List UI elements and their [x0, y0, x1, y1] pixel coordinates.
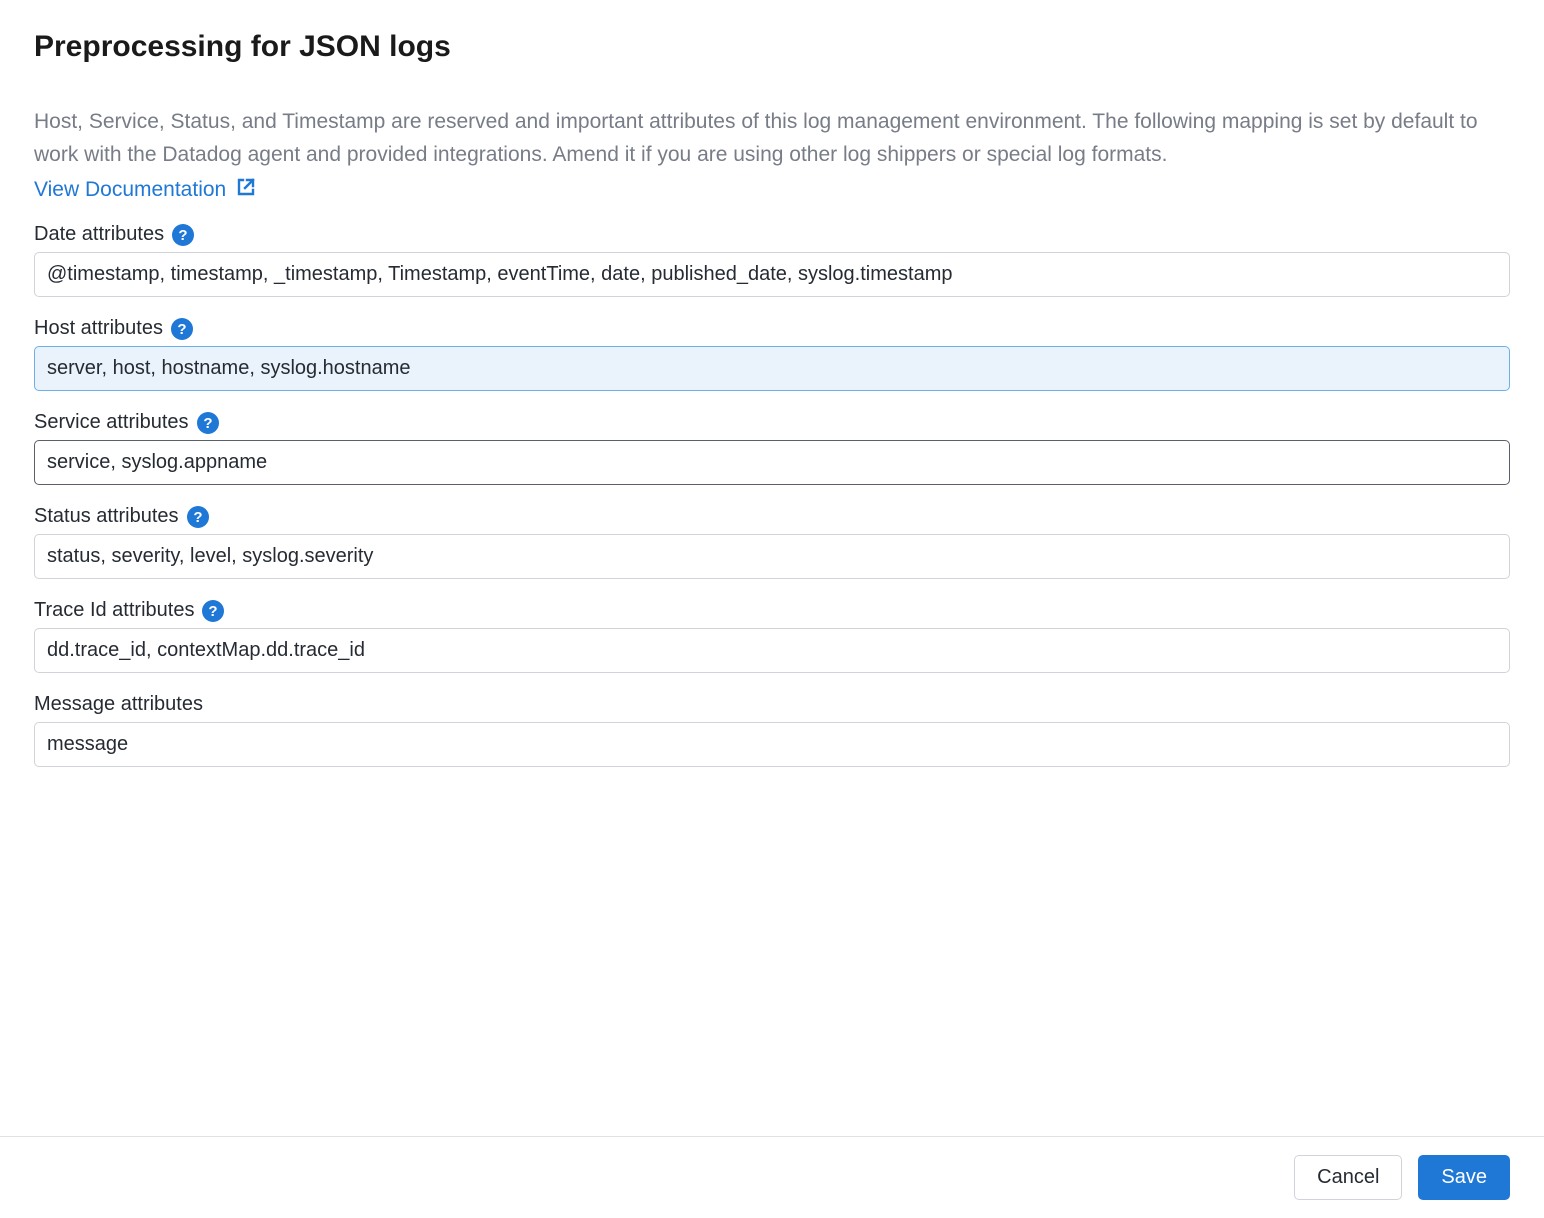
message-attributes-input[interactable] [34, 722, 1510, 767]
svg-text:?: ? [193, 509, 202, 526]
view-documentation-link[interactable]: View Documentation [34, 175, 258, 205]
svg-text:?: ? [203, 415, 212, 432]
footer: Cancel Save [0, 1136, 1544, 1218]
external-link-icon [226, 175, 258, 205]
trace-id-attributes-field: Trace Id attributes ? [34, 599, 1510, 673]
service-attributes-label: Service attributes [34, 411, 189, 434]
cancel-button[interactable]: Cancel [1294, 1155, 1402, 1200]
status-attributes-label: Status attributes [34, 505, 179, 528]
page-title: Preprocessing for JSON logs [34, 30, 1510, 64]
host-attributes-field: Host attributes ? [34, 317, 1510, 391]
help-icon[interactable]: ? [187, 506, 209, 528]
message-attributes-label: Message attributes [34, 693, 203, 716]
service-attributes-input[interactable] [34, 440, 1510, 485]
svg-text:?: ? [178, 227, 187, 244]
message-attributes-field: Message attributes [34, 693, 1510, 767]
service-attributes-field: Service attributes ? [34, 411, 1510, 485]
trace-id-attributes-input[interactable] [34, 628, 1510, 673]
date-attributes-label: Date attributes [34, 223, 164, 246]
doc-link-label: View Documentation [34, 178, 226, 202]
status-attributes-field: Status attributes ? [34, 505, 1510, 579]
host-attributes-label: Host attributes [34, 317, 163, 340]
status-attributes-input[interactable] [34, 534, 1510, 579]
date-attributes-field: Date attributes ? [34, 223, 1510, 297]
help-icon[interactable]: ? [202, 600, 224, 622]
help-icon[interactable]: ? [197, 412, 219, 434]
trace-id-attributes-label: Trace Id attributes [34, 599, 194, 622]
svg-text:?: ? [177, 321, 186, 338]
help-icon[interactable]: ? [171, 318, 193, 340]
save-button[interactable]: Save [1418, 1155, 1510, 1200]
date-attributes-input[interactable] [34, 252, 1510, 297]
host-attributes-input[interactable] [34, 346, 1510, 391]
help-icon[interactable]: ? [172, 224, 194, 246]
page-description: Host, Service, Status, and Timestamp are… [34, 106, 1510, 171]
svg-text:?: ? [209, 603, 218, 620]
